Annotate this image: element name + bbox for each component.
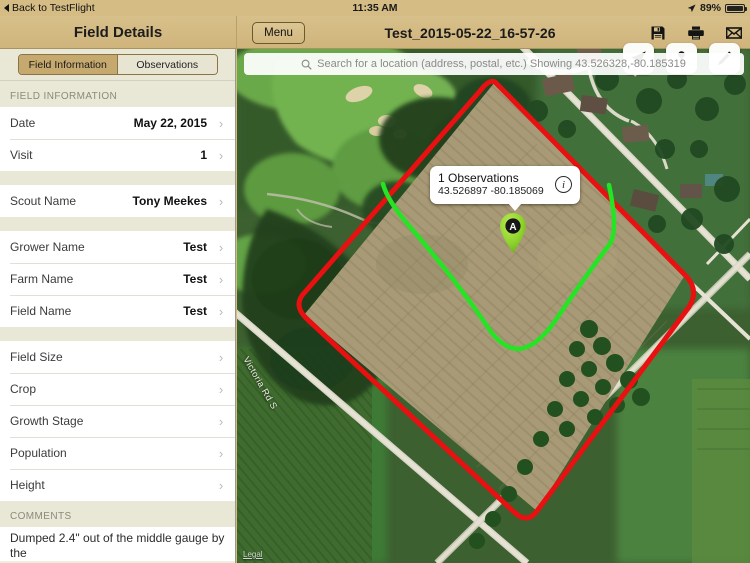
chevron-right-icon: › xyxy=(218,413,224,429)
nav-divider xyxy=(236,16,237,49)
row-value: Tony Meekes xyxy=(132,194,207,208)
chevron-right-icon: › xyxy=(218,445,224,461)
section-gap xyxy=(0,327,235,341)
row-value: 1 xyxy=(200,148,207,162)
search-placeholder: Search for a location (address, postal, … xyxy=(317,58,686,70)
callout-body: 1 Observations 43.526897 -80.185069 i xyxy=(430,166,580,204)
row-visit[interactable]: Visit 1 › xyxy=(0,139,235,171)
chevron-right-icon: › xyxy=(218,303,224,319)
menu-button[interactable]: Menu xyxy=(252,21,305,44)
row-farm-name[interactable]: Farm Name Test › xyxy=(0,263,235,295)
row-label: Field Size xyxy=(10,350,63,364)
sidebar: Field Information Observations FIELD INF… xyxy=(0,49,236,563)
chevron-right-icon: › xyxy=(218,271,224,287)
chevron-right-icon: › xyxy=(218,193,224,209)
section-gap xyxy=(0,171,235,185)
observation-marker[interactable]: A xyxy=(498,212,528,254)
row-label: Crop xyxy=(10,382,37,396)
status-right-cluster: 89% xyxy=(687,2,747,14)
sidebar-tabs: Field Information Observations xyxy=(0,49,235,81)
row-growth-stage[interactable]: Growth Stage › xyxy=(0,405,235,437)
search-input[interactable]: Search for a location (address, postal, … xyxy=(243,53,744,75)
tab-observations[interactable]: Observations xyxy=(117,55,217,74)
segmented-control: Field Information Observations xyxy=(17,54,218,75)
tab-field-information[interactable]: Field Information xyxy=(18,55,117,74)
battery-percent: 89% xyxy=(699,2,721,14)
section-header-field-information: FIELD INFORMATION xyxy=(0,81,235,107)
row-scout-name[interactable]: Scout Name Tony Meekes › xyxy=(0,185,235,217)
row-label: Scout Name xyxy=(10,194,77,208)
search-icon xyxy=(301,59,312,70)
info-icon[interactable]: i xyxy=(555,176,572,193)
row-label: Field Name xyxy=(10,304,72,318)
map-view[interactable]: Legal xyxy=(237,49,750,563)
row-population[interactable]: Population › xyxy=(0,437,235,469)
row-value: Test xyxy=(183,272,207,286)
page-title: Field Details xyxy=(73,24,163,41)
chevron-right-icon: › xyxy=(218,381,224,397)
row-field-name[interactable]: Field Name Test › xyxy=(0,295,235,327)
app-screen: Back to TestFlight 11:35 AM 89% Field De… xyxy=(0,0,750,563)
field-title: Test_2015-05-22_16-57-26 xyxy=(384,24,556,41)
callout-coordinates: 43.526897 -80.185069 xyxy=(438,185,544,197)
marker-letter: A xyxy=(509,222,516,233)
callout-tail xyxy=(508,203,522,211)
map-marker-pin-icon: A xyxy=(500,213,526,253)
row-field-size[interactable]: Field Size › xyxy=(0,341,235,373)
section-header-comments: COMMENTS xyxy=(0,501,235,527)
row-label: Farm Name xyxy=(10,272,74,286)
status-bar: Back to TestFlight 11:35 AM 89% xyxy=(0,0,750,16)
chevron-right-icon: › xyxy=(218,477,224,493)
chevron-right-icon: › xyxy=(218,239,224,255)
satellite-imagery xyxy=(237,49,750,563)
row-label: Date xyxy=(10,116,36,130)
callout-text: 1 Observations 43.526897 -80.185069 xyxy=(438,171,555,198)
status-time: 11:35 AM xyxy=(352,2,398,14)
row-value: Test xyxy=(183,240,207,254)
row-grower-name[interactable]: Grower Name Test › xyxy=(0,231,235,263)
location-arrow-icon xyxy=(687,3,696,12)
row-crop[interactable]: Crop › xyxy=(0,373,235,405)
section-gap xyxy=(0,217,235,231)
comments-text[interactable]: Dumped 2.4" out of the middle gauge by t… xyxy=(0,527,235,561)
row-label: Height xyxy=(10,478,45,492)
row-value: Test xyxy=(183,304,207,318)
row-label: Grower Name xyxy=(10,240,85,254)
row-label: Visit xyxy=(10,148,33,162)
chevron-right-icon: › xyxy=(218,349,224,365)
row-value: May 22, 2015 xyxy=(133,116,207,130)
map-search-container: Search for a location (address, postal, … xyxy=(237,50,750,78)
row-label: Population xyxy=(10,446,67,460)
print-icon[interactable] xyxy=(688,25,704,41)
row-date[interactable]: Date May 22, 2015 › xyxy=(0,107,235,139)
mail-icon[interactable] xyxy=(726,25,742,41)
row-height[interactable]: Height › xyxy=(0,469,235,501)
observation-callout[interactable]: 1 Observations 43.526897 -80.185069 i xyxy=(430,166,580,211)
legal-link[interactable]: Legal xyxy=(243,550,263,559)
save-icon[interactable] xyxy=(650,25,666,41)
chevron-right-icon: › xyxy=(218,115,224,131)
chevron-right-icon: › xyxy=(218,147,224,163)
row-label: Growth Stage xyxy=(10,414,84,428)
battery-icon xyxy=(725,3,747,13)
callout-title: 1 Observations xyxy=(438,171,519,185)
